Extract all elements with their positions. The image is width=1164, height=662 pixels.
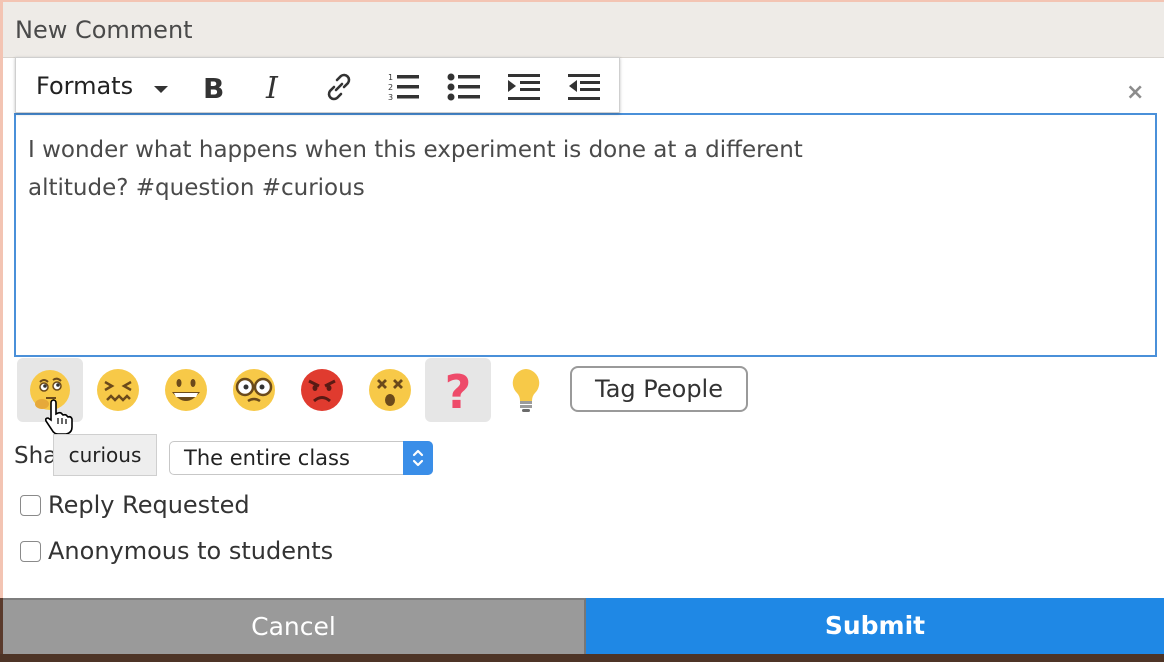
share-audience-select[interactable]: The entire class [169,441,433,475]
reply-requested-checkbox[interactable] [20,494,41,516]
outdent-icon[interactable] [566,70,602,104]
formats-dropdown[interactable]: Formats [36,72,133,100]
editor-content[interactable]: I wonder what happens when this experime… [28,131,928,207]
indent-icon[interactable] [506,70,542,104]
background-strip [0,654,1164,662]
lightbulb-icon[interactable] [493,358,559,422]
reply-requested-label[interactable]: Reply Requested [48,491,250,519]
emoji-tooltip: curious [53,434,157,476]
numbered-list-icon[interactable]: 1 2 3 [386,70,422,104]
editor-line-1: I wonder what happens when this experime… [28,137,803,163]
tag-people-button[interactable]: Tag People [570,366,748,412]
link-icon[interactable] [321,70,357,104]
submit-button[interactable]: Submit [586,598,1164,654]
glasses-face-icon[interactable] [221,358,287,422]
bold-icon[interactable]: B [196,70,232,104]
anonymous-checkbox[interactable] [20,540,41,562]
anonymous-label[interactable]: Anonymous to students [48,537,333,565]
close-icon[interactable]: × [1126,80,1144,105]
angry-face-icon[interactable] [289,358,355,422]
svg-text:B: B [203,73,224,101]
svg-text:3: 3 [388,93,393,102]
select-stepper-icon[interactable] [403,441,433,475]
reply-requested-option[interactable]: Reply Requested [20,491,250,519]
italic-icon[interactable]: I [256,70,292,104]
dizzy-face-icon[interactable] [357,358,423,422]
bullet-list-icon[interactable] [446,70,482,104]
comment-editor[interactable]: I wonder what happens when this experime… [14,113,1157,357]
editor-line-2: altitude? #question #curious [28,175,365,201]
question-mark-icon[interactable]: ? [425,358,491,422]
formatting-toolbar: Formats B I 1 2 3 [15,57,620,113]
svg-text:I: I [265,73,279,101]
hand-cursor-icon [44,398,74,438]
panel-header: New Comment [3,2,1164,58]
panel-title: New Comment [15,16,193,44]
svg-text:1: 1 [388,73,393,82]
share-audience-value: The entire class [184,446,350,470]
cancel-button[interactable]: Cancel [3,598,586,654]
svg-text:2: 2 [388,83,393,92]
share-label: Sha [14,443,58,469]
svg-text:?: ? [445,366,472,414]
grinning-face-icon[interactable] [153,358,219,422]
chevron-down-icon[interactable] [154,86,168,93]
confounded-face-icon[interactable] [85,358,151,422]
anonymous-option[interactable]: Anonymous to students [20,537,333,565]
